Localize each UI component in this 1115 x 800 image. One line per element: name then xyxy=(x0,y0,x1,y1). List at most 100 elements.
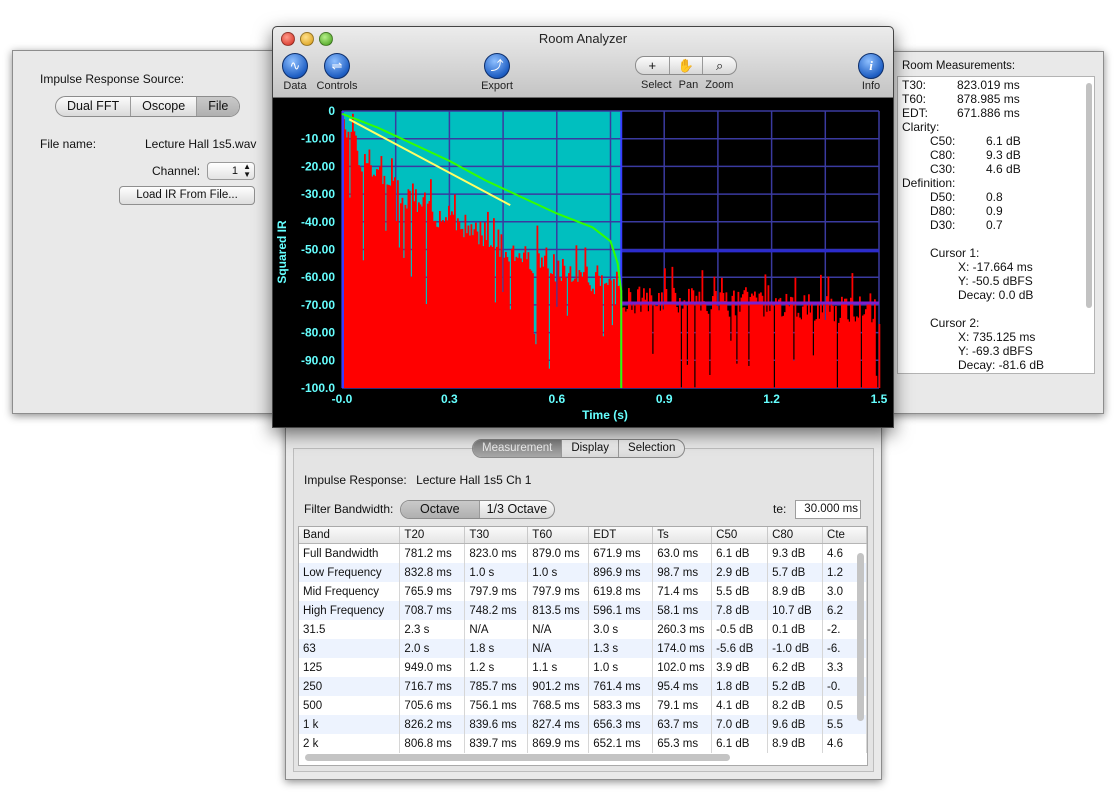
table-horizontal-scrollbar[interactable] xyxy=(305,754,730,761)
table-cell: 8.9 dB xyxy=(767,582,824,601)
table-cell: 832.8 ms xyxy=(399,563,466,582)
table-row[interactable]: Full Bandwidth 781.2 ms 823.0 ms 879.0 ms 67… xyxy=(299,543,867,563)
column-header-t20[interactable]: T20 xyxy=(399,527,466,544)
table-row[interactable]: 125 949.0 ms 1.2 s 1.1 s 1.0 s 102.0 ms 3.9 dB… xyxy=(299,658,867,677)
hand-icon[interactable]: ✋ xyxy=(670,57,704,74)
column-header-ts[interactable]: Ts xyxy=(652,527,713,544)
filter-third-octave[interactable]: 1/3 Octave xyxy=(480,501,554,518)
magnifier-icon[interactable]: ⌕ xyxy=(703,57,736,74)
table-row[interactable]: 2 k 806.8 ms 839.7 ms 869.9 ms 652.1 ms 65.3 … xyxy=(299,734,867,753)
filter-octave[interactable]: Octave xyxy=(401,501,480,518)
mode-file[interactable]: File xyxy=(197,97,240,116)
bottom-tabs[interactable]: Measurement Display Selection xyxy=(472,439,686,458)
info-icon: i xyxy=(858,53,884,79)
table-row[interactable]: 1 k 826.2 ms 839.6 ms 827.4 ms 656.3 ms 63.7 … xyxy=(299,715,867,734)
channel-stepper[interactable]: 1 ▲ ▼ xyxy=(207,162,255,180)
cursor2-x: X: 735.125 ms xyxy=(958,330,1036,344)
info-toolbar-button[interactable]: i Info xyxy=(858,53,884,92)
ir-bar xyxy=(859,296,861,388)
column-header-c80[interactable]: C80 xyxy=(767,527,824,544)
select-label: Select xyxy=(641,79,672,91)
table-cell: 58.1 ms xyxy=(652,601,713,620)
impulse-response-chart[interactable]: 0 -10.00 -20.00 -30.00 -40.00 -50.00 -60.00 -70… xyxy=(273,98,893,426)
load-ir-button[interactable]: Load IR From File... xyxy=(119,186,255,205)
table-cell: 1.1 s xyxy=(527,658,590,677)
c80-label: C80: xyxy=(930,148,956,162)
file-name-label: File name: xyxy=(40,137,97,151)
impulse-response-value: Lecture Hall 1s5 Ch 1 xyxy=(416,473,532,487)
table-cell: -5.6 dB xyxy=(711,639,769,658)
window-title: Room Analyzer xyxy=(538,31,628,46)
table-row[interactable]: Mid Frequency 765.9 ms 797.9 ms 797.9 ms 619… xyxy=(299,582,867,601)
column-header-c50[interactable]: C50 xyxy=(711,527,769,544)
d50-label: D50: xyxy=(930,190,956,204)
table-cell: 716.7 ms xyxy=(399,677,466,696)
table-row[interactable]: High Frequency 708.7 ms 748.2 ms 813.5 ms 59… xyxy=(299,601,867,620)
y-tick-label: -100.0 xyxy=(301,381,335,395)
table-row[interactable]: Low Frequency 832.8 ms 1.0 s 1.0 s 896.9 ms 9… xyxy=(299,563,867,582)
table-cell: 6.2 dB xyxy=(767,658,824,677)
table-cell: 250 xyxy=(299,677,401,696)
clarity-label: Clarity: xyxy=(902,120,940,134)
d30-label: D30: xyxy=(930,218,956,232)
table-cell: 63.0 ms xyxy=(652,543,713,563)
table-cell: Low Frequency xyxy=(299,563,401,582)
table-row[interactable]: 63 2.0 s 1.8 s N/A 1.3 s 174.0 ms -5.6 dB -1.0 … xyxy=(299,639,867,658)
table-row[interactable]: 250 716.7 ms 785.7 ms 901.2 ms 761.4 ms 95.4 … xyxy=(299,677,867,696)
table-cell: 1.2 s xyxy=(464,658,529,677)
source-mode-segmented-control[interactable]: Dual FFT Oscope File xyxy=(55,96,241,117)
y-axis-label: Squared IR xyxy=(275,220,289,284)
controls-label: Controls xyxy=(316,80,358,92)
y-tick-label: -20.00 xyxy=(301,159,335,173)
table-row[interactable]: 31.5 2.3 s N/A N/A 3.0 s 260.3 ms -0.5 dB 0.1 d… xyxy=(299,620,867,639)
column-header-edt[interactable]: EDT xyxy=(588,527,654,544)
table-cell: 1.0 s xyxy=(527,563,590,582)
y-tick-label: -40.00 xyxy=(301,215,335,229)
crosshair-icon[interactable]: + xyxy=(636,57,670,74)
table-cell: -1.0 dB xyxy=(767,639,824,658)
ir-bar xyxy=(878,324,881,388)
ir-bar xyxy=(874,299,876,388)
measurements-scrollbar[interactable] xyxy=(1086,83,1092,308)
export-toolbar-button[interactable]: ⤴ Export xyxy=(477,53,517,92)
cursor1-y: Y: -50.5 dBFS xyxy=(958,274,1033,288)
table-cell: 4.1 dB xyxy=(711,696,769,715)
table-cell: 826.2 ms xyxy=(399,715,466,734)
band-table[interactable]: Band T20 T30 T60 EDT Ts C50 C80 Cte Full Bandwid… xyxy=(298,526,868,766)
table-cell: 65.3 ms xyxy=(652,734,713,753)
table-cell: 813.5 ms xyxy=(527,601,590,620)
tool-mode-segmented-control[interactable]: + ✋ ⌕ xyxy=(635,56,737,75)
table-cell: 748.2 ms xyxy=(464,601,529,620)
tab-selection[interactable]: Selection xyxy=(619,440,684,457)
stepper-arrows-icon[interactable]: ▲ ▼ xyxy=(243,163,251,179)
te-input[interactable]: 30.000 ms xyxy=(795,500,861,519)
edt-label: EDT: xyxy=(902,106,929,120)
data-label: Data xyxy=(283,80,307,92)
export-label: Export xyxy=(481,80,513,92)
data-toolbar-button[interactable]: ∿ Data xyxy=(281,53,309,92)
filter-bandwidth-segmented-control[interactable]: Octave 1/3 Octave xyxy=(400,500,556,519)
table-cell: 9.6 dB xyxy=(767,715,824,734)
table-cell: 901.2 ms xyxy=(527,677,590,696)
table-row[interactable]: 500 705.6 ms 756.1 ms 768.5 ms 583.3 ms 79.1 … xyxy=(299,696,867,715)
column-header-band[interactable]: Band xyxy=(299,527,401,544)
column-header-cte[interactable]: Cte xyxy=(822,527,867,544)
column-header-t60[interactable]: T60 xyxy=(527,527,590,544)
tab-measurement[interactable]: Measurement xyxy=(473,440,563,457)
measurements-list[interactable]: T30: 823.019 ms T60: 878.985 ms EDT: 671… xyxy=(897,76,1095,374)
table-cell: 761.4 ms xyxy=(588,677,654,696)
mode-dual-fft[interactable]: Dual FFT xyxy=(56,97,132,116)
y-tick-label: -70.00 xyxy=(301,298,335,312)
controls-toolbar-button[interactable]: ⇌ Controls xyxy=(315,53,359,92)
source-heading: Impulse Response Source: xyxy=(40,72,185,86)
tab-display[interactable]: Display xyxy=(562,440,620,457)
table-cell: High Frequency xyxy=(299,601,401,620)
table-cell: 896.9 ms xyxy=(588,563,654,582)
column-header-t30[interactable]: T30 xyxy=(464,527,529,544)
mode-oscope[interactable]: Oscope xyxy=(131,97,198,116)
pan-label: Pan xyxy=(678,79,699,91)
band-table-grid: Band T20 T30 T60 EDT Ts C50 C80 Cte Full Bandwid… xyxy=(299,527,867,753)
table-vertical-scrollbar[interactable] xyxy=(857,553,864,721)
table-cell: 3.9 dB xyxy=(711,658,769,677)
table-cell: 823.0 ms xyxy=(464,543,529,563)
